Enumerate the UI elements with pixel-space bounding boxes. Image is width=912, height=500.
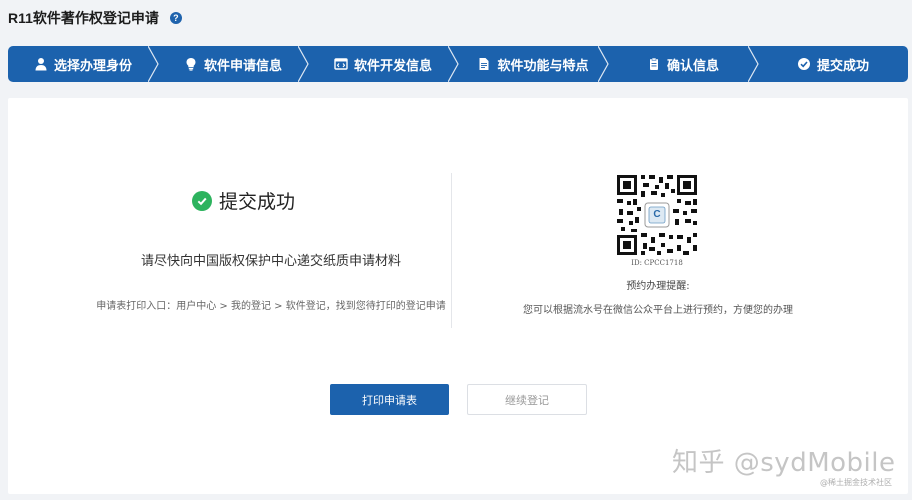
step-label: 提交成功 — [816, 58, 869, 74]
step-label: 选择办理身份 — [53, 58, 132, 74]
user-icon — [34, 57, 48, 71]
step-software-application: 软件申请信息 — [158, 46, 309, 82]
result-card: 提交成功 请尽快向中国版权保护中心递交纸质申请材料 申请表打印入口：用户中心 >… — [8, 98, 908, 494]
step-label: 软件申请信息 — [203, 58, 282, 74]
document-icon — [477, 57, 491, 71]
submission-instruction: 请尽快向中国版权保护中心递交纸质申请材料 — [140, 254, 401, 269]
reminder-title: 预约办理提醒: — [626, 281, 690, 292]
watermark-juejin: @稀土掘金技术社区 — [820, 478, 892, 487]
reminder-text: 您可以根据流水号在微信公众平台上进行预约，方便您的办理 — [523, 305, 793, 316]
step-software-features: 软件功能与特点 — [458, 46, 609, 82]
step-submit-success: 提交成功 — [758, 46, 908, 82]
page-title: R11软件著作权登记申请 — [8, 10, 159, 26]
success-title: 提交成功 — [219, 191, 296, 213]
watermark-zhihu: 知乎 @sydMobile — [672, 448, 896, 478]
continue-registration-button[interactable]: 继续登记 — [467, 384, 587, 415]
page-header: R11软件著作权登记申请 ? — [8, 6, 182, 30]
step-select-identity: 选择办理身份 — [8, 46, 159, 82]
qr-logo: C — [653, 208, 661, 220]
step-progress-bar: 选择办理身份 软件申请信息 软件开发信息 软件功能与特点 确认信息 提交成功 — [8, 46, 908, 82]
question-circle-icon[interactable]: ? — [169, 12, 182, 24]
success-heading: 提交成功 — [192, 187, 295, 214]
lightbulb-icon — [184, 57, 198, 71]
step-label: 软件开发信息 — [353, 58, 432, 74]
step-label: 确认信息 — [666, 58, 719, 74]
check-circle-icon — [797, 57, 811, 71]
print-entry-path: 申请表打印入口：用户中心 > 我的登记 > 软件登记，找到您待打印的登记申请 — [96, 301, 446, 312]
print-application-button[interactable]: 打印申请表 — [330, 384, 449, 415]
code-window-icon — [334, 57, 348, 71]
step-software-development: 软件开发信息 — [308, 46, 459, 82]
step-confirm-info: 确认信息 — [608, 46, 759, 82]
qr-id-text: ID: CPCC1718 — [631, 259, 683, 267]
success-check-icon — [192, 190, 212, 211]
vertical-divider — [451, 173, 452, 328]
clipboard-icon — [647, 57, 661, 71]
step-label: 软件功能与特点 — [497, 58, 589, 74]
